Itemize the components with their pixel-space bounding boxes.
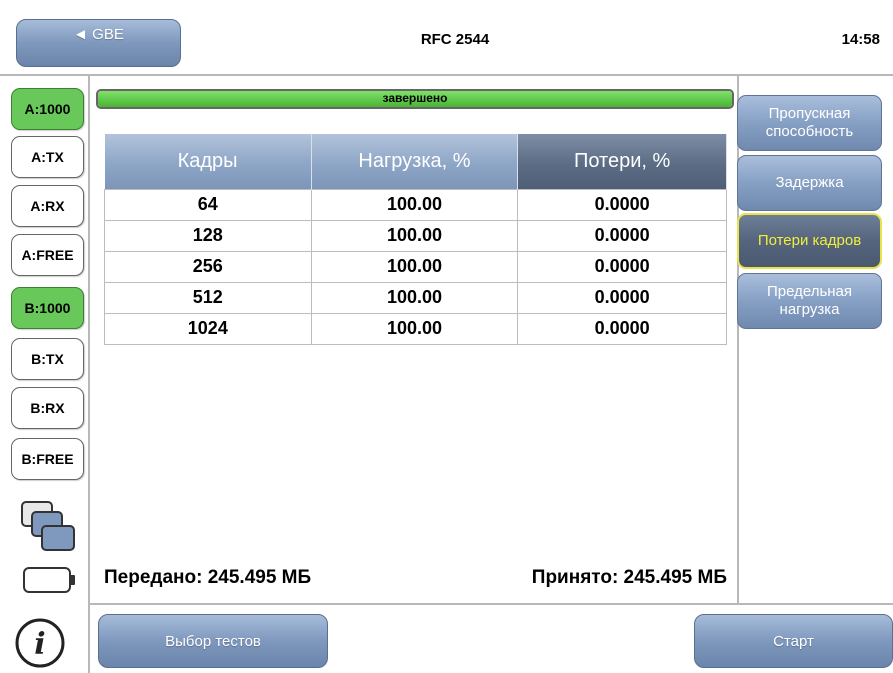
progress-bar: завершено bbox=[96, 89, 734, 109]
column-header-load[interactable]: Нагрузка, % bbox=[311, 134, 519, 189]
cell-loss: 0.0000 bbox=[517, 312, 727, 345]
table-row: 512 100.00 0.0000 bbox=[104, 281, 727, 314]
select-tests-button[interactable]: Выбор тестов bbox=[98, 614, 328, 668]
cell-frames: 256 bbox=[104, 250, 312, 283]
cell-load: 100.00 bbox=[310, 250, 519, 283]
port-a-tx-button[interactable]: A:TX bbox=[11, 136, 84, 178]
port-b-tx-button[interactable]: B:TX bbox=[11, 338, 84, 380]
info-icon[interactable]: i bbox=[14, 617, 66, 669]
footer-divider bbox=[88, 603, 893, 605]
svg-text:i: i bbox=[34, 627, 45, 662]
table-row: 1024 100.00 0.0000 bbox=[104, 312, 727, 345]
cell-loss: 0.0000 bbox=[517, 188, 727, 221]
tabs-divider bbox=[737, 74, 739, 603]
table-header-row: Кадры Нагрузка, % Потери, % bbox=[104, 134, 727, 189]
received-total: Принято: 245.495 МБ bbox=[531, 567, 727, 588]
cell-frames: 1024 bbox=[104, 312, 312, 345]
header-divider bbox=[0, 74, 893, 76]
tab-throughput[interactable]: Пропускная способность bbox=[737, 95, 882, 151]
back-button[interactable]: ◄ GBE bbox=[16, 19, 181, 67]
column-header-frames[interactable]: Кадры bbox=[104, 134, 312, 189]
battery-icon bbox=[23, 567, 75, 593]
page-title: RFC 2544 bbox=[420, 31, 490, 48]
cell-frames: 512 bbox=[104, 281, 312, 314]
tab-frame-loss[interactable]: Потери кадров bbox=[737, 213, 882, 269]
table-row: 256 100.00 0.0000 bbox=[104, 250, 727, 283]
port-b-rx-button[interactable]: B:RX bbox=[11, 387, 84, 429]
sidebar-divider bbox=[88, 74, 90, 673]
results-table: Кадры Нагрузка, % Потери, % 64 100.00 0.… bbox=[104, 134, 727, 345]
cell-load: 100.00 bbox=[310, 188, 519, 221]
window-stack-icon[interactable] bbox=[20, 500, 78, 554]
sent-total: Передано: 245.495 МБ bbox=[104, 567, 312, 588]
cell-frames: 128 bbox=[104, 219, 312, 252]
progress-label: завершено bbox=[382, 91, 448, 105]
port-a-rx-button[interactable]: A:RX bbox=[11, 185, 84, 227]
port-b-free-button[interactable]: B:FREE bbox=[11, 438, 84, 480]
port-a-free-button[interactable]: A:FREE bbox=[11, 234, 84, 276]
clock: 14:58 bbox=[841, 31, 880, 48]
start-button[interactable]: Старт bbox=[694, 614, 893, 668]
cell-load: 100.00 bbox=[310, 312, 519, 345]
cell-loss: 0.0000 bbox=[517, 250, 727, 283]
cell-loss: 0.0000 bbox=[517, 281, 727, 314]
cell-frames: 64 bbox=[104, 188, 312, 221]
table-row: 128 100.00 0.0000 bbox=[104, 219, 727, 252]
cell-load: 100.00 bbox=[310, 281, 519, 314]
tab-latency[interactable]: Задержка bbox=[737, 155, 882, 211]
cell-load: 100.00 bbox=[310, 219, 519, 252]
column-header-loss[interactable]: Потери, % bbox=[517, 134, 727, 189]
port-a-1000-button[interactable]: A:1000 bbox=[11, 88, 84, 130]
table-row: 64 100.00 0.0000 bbox=[104, 188, 727, 221]
port-b-1000-button[interactable]: B:1000 bbox=[11, 287, 84, 329]
cell-loss: 0.0000 bbox=[517, 219, 727, 252]
tab-back-to-back[interactable]: Предельная нагрузка bbox=[737, 273, 882, 329]
